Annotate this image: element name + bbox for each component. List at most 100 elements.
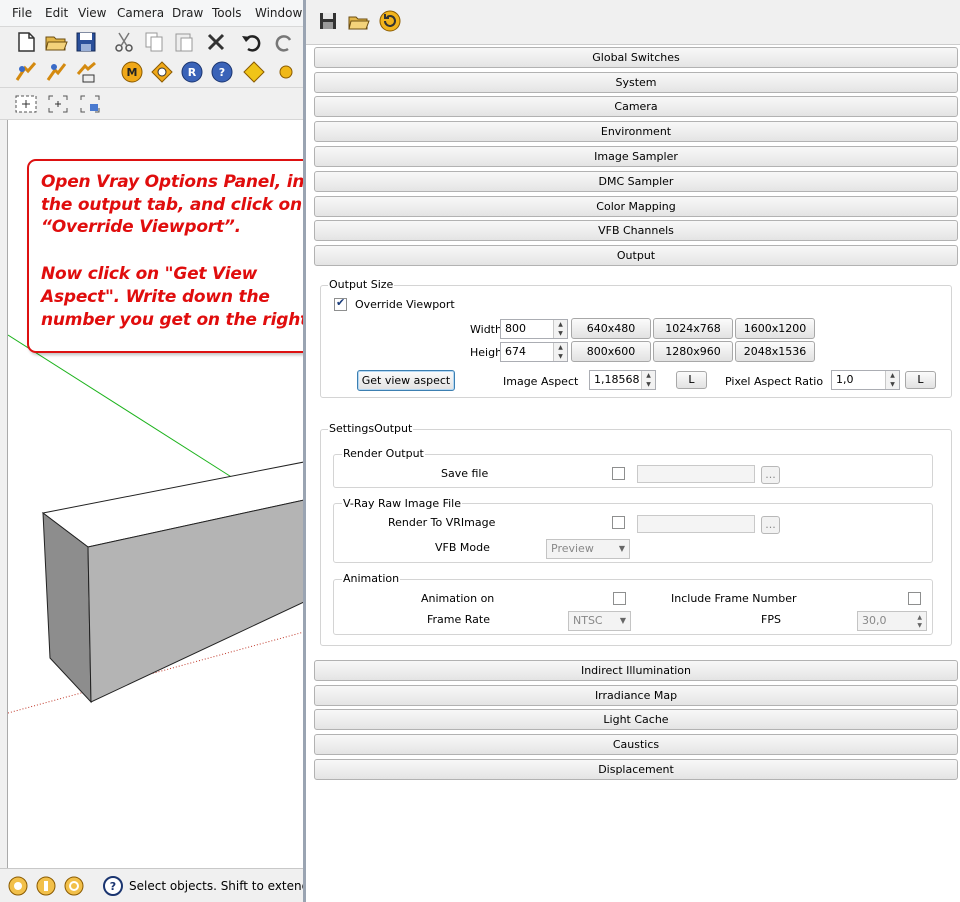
vray-raw-image-group [333,503,933,563]
zoom-window-icon[interactable] [46,92,70,116]
save-file-checkbox[interactable] [612,467,625,480]
vray-spot-light-icon[interactable] [44,60,68,84]
image-aspect-input[interactable]: 1,18568 ▲ ▼ [589,370,656,390]
pixel-aspect-lock-button[interactable]: L [905,371,936,389]
image-aspect-value: 1,18568 [594,373,640,386]
callout-line-5: Now click on "Get View [41,264,258,284]
height-input[interactable]: 674 ▲ ▼ [500,342,568,362]
preset-1600x1200-button[interactable]: 1600x1200 [735,318,815,339]
reset-icon[interactable] [379,10,401,32]
menu-tools[interactable]: Tools [212,6,242,20]
rollout-indirect-illumination[interactable]: Indirect Illumination [314,660,958,681]
zoom-selection-icon[interactable] [78,92,102,116]
callout-line-1: Open Vray Options Panel, in [41,172,303,192]
erase-icon[interactable] [204,30,228,54]
menu-file[interactable]: File [12,6,32,20]
preset-1280x960-button[interactable]: 1280x960 [653,341,733,362]
new-file-icon[interactable] [14,30,38,54]
paste-icon[interactable] [172,30,196,54]
undo-icon[interactable] [240,30,264,54]
material-editor-icon[interactable]: M [120,60,144,84]
vray-light-icon[interactable] [14,60,38,84]
vray-ies-light-icon[interactable] [74,60,98,84]
fps-value: 30,0 [862,614,887,627]
menu-camera[interactable]: Camera [117,6,164,20]
render-to-vrimage-checkbox[interactable] [612,516,625,529]
redo-icon[interactable] [272,30,296,54]
include-frame-number-checkbox[interactable] [908,592,921,605]
open-icon[interactable] [348,11,370,31]
image-aspect-lock-button[interactable]: L [676,371,707,389]
camera-toolbar [0,88,303,120]
options-editor-icon[interactable] [150,60,174,84]
save-file-browse-button[interactable]: ... [761,466,780,484]
svg-text:M: M [127,66,138,79]
geo-location-icon[interactable] [7,875,29,897]
callout-line-6: Aspect". Write down the [41,287,270,307]
preset-640x480-button[interactable]: 640x480 [571,318,651,339]
fps-spinner-arrows[interactable]: ▲ ▼ [917,614,922,630]
menu-draw[interactable]: Draw [172,6,203,20]
pixel-aspect-ratio-input[interactable]: 1,0 ▲ ▼ [831,370,900,390]
vray-options-panel: Global Switches System Camera Environmen… [303,0,960,902]
callout-line-2: the output tab, and click on [41,195,302,215]
override-viewport-checkbox[interactable] [334,296,347,311]
include-frame-number-label: Include Frame Number [671,592,797,605]
rollout-caustics[interactable]: Caustics [314,734,958,755]
get-view-aspect-button[interactable]: Get view aspect [357,370,455,391]
rollout-camera[interactable]: Camera [314,96,958,117]
callout-line-3: “Override Viewport”. [41,217,241,237]
menu-view[interactable]: View [78,6,106,20]
settings-output-title: SettingsOutput [328,422,414,435]
animation-on-checkbox[interactable] [613,592,626,605]
save-file-path-input[interactable] [637,465,755,483]
menu-edit[interactable]: Edit [45,6,68,20]
vfb-mode-select[interactable]: Preview ▼ [546,539,630,559]
render-to-vrimage-label: Render To VRImage [388,516,496,529]
rollout-environment[interactable]: Environment [314,121,958,142]
rollout-light-cache[interactable]: Light Cache [314,709,958,730]
copy-icon[interactable] [142,30,166,54]
sketchup-window: File Edit View Camera Draw Tools Window … [0,0,303,902]
preset-1024x768-button[interactable]: 1024x768 [653,318,733,339]
frame-rate-label: Frame Rate [427,613,490,626]
menu-window[interactable]: Window [255,6,302,20]
rollout-output[interactable]: Output [314,245,958,266]
cut-icon[interactable] [112,30,136,54]
rollout-global-switches[interactable]: Global Switches [314,47,958,68]
help-icon[interactable]: ? [210,60,234,84]
user-icon[interactable] [63,875,85,897]
pixel-aspect-ratio-value: 1,0 [836,373,854,386]
open-folder-icon[interactable] [44,30,68,54]
override-viewport-label: Override Viewport [355,298,455,311]
image-aspect-spinner-arrows[interactable]: ▲ ▼ [641,371,655,389]
rollout-vfb-channels[interactable]: VFB Channels [314,220,958,241]
rollout-system[interactable]: System [314,72,958,93]
width-value: 800 [505,322,526,335]
rollout-displacement[interactable]: Displacement [314,759,958,780]
render-icon[interactable]: R [180,60,204,84]
save-icon[interactable] [74,30,98,54]
credits-icon[interactable] [35,875,57,897]
save-icon[interactable] [318,11,338,31]
status-bar: ? Select objects. Shift to extend [0,868,303,902]
pixel-aspect-spinner-arrows[interactable]: ▲ ▼ [885,371,899,389]
sphere-icon[interactable] [274,60,298,84]
callout-line-7: number you get on the right. [41,310,303,330]
rollout-dmc-sampler[interactable]: DMC Sampler [314,171,958,192]
width-input[interactable]: 800 ▲ ▼ [500,319,568,339]
fps-input[interactable]: 30,0 ▲ ▼ [857,611,927,631]
rollout-color-mapping[interactable]: Color Mapping [314,196,958,217]
rollout-image-sampler[interactable]: Image Sampler [314,146,958,167]
question-icon[interactable]: ? [102,875,124,897]
preset-2048x1536-button[interactable]: 2048x1536 [735,341,815,362]
rollout-irradiance-map[interactable]: Irradiance Map [314,685,958,706]
vrimage-browse-button[interactable]: ... [761,516,780,534]
preset-800x600-button[interactable]: 800x600 [571,341,651,362]
zoom-extents-icon[interactable] [14,92,38,116]
height-spinner-arrows[interactable]: ▲ ▼ [553,343,567,361]
frame-buffer-icon[interactable] [242,60,266,84]
width-spinner-arrows[interactable]: ▲ ▼ [553,320,567,338]
frame-rate-select[interactable]: NTSC ▼ [568,611,631,631]
vrimage-path-input[interactable] [637,515,755,533]
